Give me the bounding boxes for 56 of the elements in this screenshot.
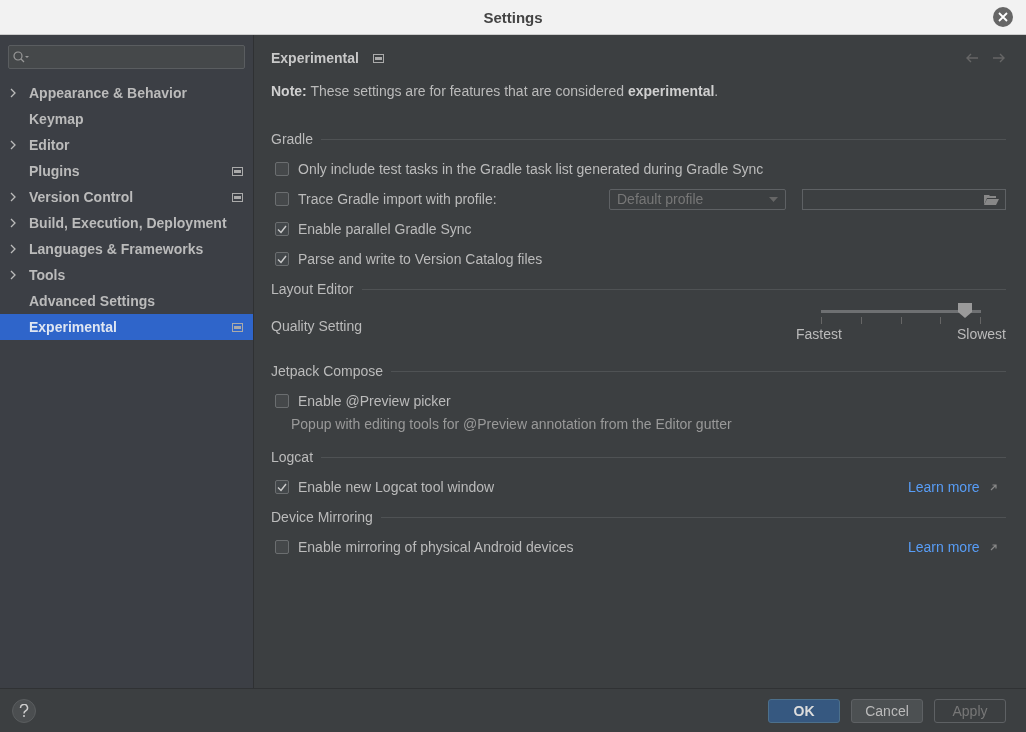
checkbox[interactable]	[275, 480, 289, 494]
external-link-icon	[990, 543, 997, 551]
sidebar-item[interactable]: Appearance & Behavior	[0, 80, 253, 106]
sidebar-item[interactable]: Plugins	[0, 158, 253, 184]
check-icon	[277, 482, 287, 492]
checkbox[interactable]	[275, 394, 289, 408]
checkbox-label[interactable]: Enable new Logcat tool window	[298, 479, 495, 495]
checkbox-label[interactable]: Enable parallel Gradle Sync	[298, 221, 472, 237]
caret-icon	[769, 196, 778, 202]
close-button[interactable]	[993, 7, 1013, 27]
section-title: Logcat	[271, 449, 314, 465]
sidebar-item[interactable]: Editor	[0, 132, 253, 158]
folder-icon[interactable]	[984, 193, 999, 205]
checkbox[interactable]	[275, 252, 289, 266]
checkbox-label[interactable]: Enable mirroring of physical Android devices	[298, 539, 574, 555]
slider-max-label: Slowest	[956, 326, 1006, 342]
help-button[interactable]	[12, 698, 36, 723]
slider-min-label: Fastest	[796, 326, 842, 342]
section-title: Device Mirroring	[271, 509, 373, 525]
learn-more-link[interactable]: Learn more	[908, 479, 980, 495]
section-title: Jetpack Compose	[271, 363, 384, 379]
checkbox-label[interactable]: Enable @Preview picker	[298, 393, 451, 409]
forward-arrow-icon[interactable]	[992, 53, 1006, 63]
window-title: Settings	[483, 8, 543, 26]
check-icon	[277, 254, 287, 264]
sidebar-item[interactable]: Advanced Settings	[0, 288, 253, 314]
note-text: Note: These settings are for features that are considered experimental.	[271, 82, 720, 101]
checkbox[interactable]	[275, 162, 289, 176]
project-icon	[372, 53, 384, 63]
path-field[interactable]	[802, 188, 1006, 210]
learn-more-link[interactable]: Learn more	[908, 539, 980, 555]
sidebar-item[interactable]: Experimental	[0, 314, 253, 340]
sidebar-item[interactable]: Tools	[0, 262, 253, 288]
page-title: Experimental	[271, 50, 359, 66]
dialog-button[interactable]: OK	[768, 698, 840, 723]
section-title: Gradle	[271, 131, 314, 147]
hint-text: Popup with editing tools for @Preview annotation from the Editor gutter	[290, 415, 733, 434]
section-title: Layout Editor	[271, 281, 354, 297]
close-icon	[998, 12, 1008, 22]
checkbox[interactable]	[275, 540, 289, 554]
checkbox[interactable]	[275, 222, 289, 236]
sidebar-item[interactable]: Version Control	[0, 184, 253, 210]
checkbox-label[interactable]: Parse and write to Version Catalog files	[298, 251, 543, 267]
search-icon	[13, 51, 29, 63]
back-arrow-icon[interactable]	[965, 53, 979, 63]
sidebar-item[interactable]: Build, Execution, Deployment	[0, 210, 253, 236]
check-icon	[277, 224, 287, 234]
dialog-button[interactable]: Cancel	[851, 698, 923, 723]
setting-label: Quality Setting	[271, 318, 363, 334]
sidebar-item[interactable]: Keymap	[0, 106, 253, 132]
external-link-icon	[990, 483, 997, 491]
checkbox-label[interactable]: Only include test tasks in the Gradle task list generated during Gradle Sync	[298, 161, 764, 177]
slider-thumb[interactable]	[957, 303, 973, 319]
sidebar-item[interactable]: Languages & Frameworks	[0, 236, 253, 262]
search-field[interactable]	[8, 45, 245, 69]
question-mark-icon	[19, 704, 29, 717]
